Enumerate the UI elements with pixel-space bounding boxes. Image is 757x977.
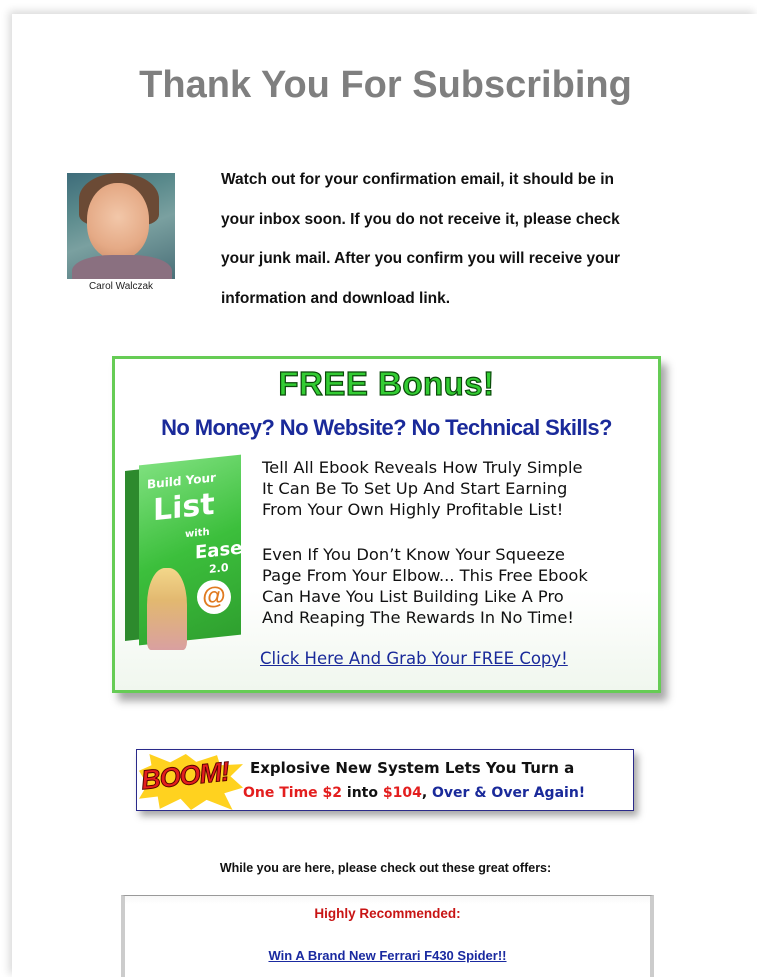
- bonus-text-line: Page From Your Elbow... This Free Ebook: [262, 566, 588, 585]
- intro-line: your junk mail. After you confirm you wi…: [221, 250, 621, 267]
- ebook-title-line: List: [153, 486, 215, 529]
- ebook-model-image: [147, 568, 187, 650]
- grab-free-copy-link[interactable]: Click Here And Grab Your FREE Copy!: [260, 649, 568, 668]
- boom-connector: ,: [421, 785, 433, 801]
- bonus-text-line: Can Have You List Building Like A Pro: [262, 587, 564, 606]
- bonus-title: FREE Bonus!: [278, 364, 495, 402]
- page-title: Thank You For Subscribing: [139, 64, 632, 106]
- ebook-version: 2.0: [209, 560, 229, 577]
- author-name: Carol Walczak: [88, 281, 154, 292]
- offers-intro: While you are here, please check out the…: [219, 861, 552, 875]
- bonus-paragraph: Tell All Ebook Reveals How Truly Simple …: [262, 457, 662, 520]
- bonus-text-line: From Your Own Highly Profitable List!: [262, 500, 564, 519]
- bonus-text-line: And Reaping The Rewards In No Time!: [262, 608, 574, 627]
- boom-one-time-amount: One Time $2: [243, 785, 343, 801]
- free-bonus-banner[interactable]: FREE Bonus! No Money? No Website? No Tec…: [112, 356, 661, 693]
- bonus-text-line: Tell All Ebook Reveals How Truly Simple: [262, 458, 583, 477]
- boom-subline: One Time $2 into $104, Over & Over Again…: [243, 785, 585, 801]
- at-sign-icon: @: [197, 580, 231, 614]
- offers-heading: Highly Recommended:: [314, 906, 461, 921]
- ebook-cover-image: Build Your List with Ease 2.0 @: [125, 454, 242, 652]
- boom-headline: Explosive New System Lets You Turn a: [250, 759, 575, 777]
- bonus-subtitle: No Money? No Website? No Technical Skill…: [161, 415, 612, 440]
- boom-return-amount: $104: [382, 785, 422, 801]
- author-avatar: [67, 173, 175, 279]
- boom-system-banner[interactable]: BOOM! Explosive New System Lets You Turn…: [136, 749, 634, 811]
- avatar-shirt: [72, 255, 172, 279]
- intro-line: information and download link.: [221, 289, 451, 307]
- bonus-text-line: It Can Be To Set Up And Start Earning: [262, 479, 568, 498]
- intro-line: your inbox soon. If you do not receive i…: [221, 210, 620, 228]
- bonus-paragraph: Even If You Don’t Know Your Squeeze Page…: [262, 544, 662, 628]
- avatar-face: [87, 183, 149, 259]
- boom-repeat-text: Over & Over Again!: [432, 785, 586, 801]
- bonus-text-line: Even If You Don’t Know Your Squeeze: [262, 545, 565, 564]
- ferrari-offer-link[interactable]: Win A Brand New Ferrari F430 Spider!!: [125, 948, 650, 963]
- boom-connector: into: [342, 785, 383, 801]
- confirmation-message: Watch out for your confirmation email, i…: [221, 160, 721, 318]
- offers-box: Highly Recommended: Win A Brand New Ferr…: [121, 895, 654, 977]
- intro-line: Watch out for your confirmation email, i…: [221, 171, 614, 188]
